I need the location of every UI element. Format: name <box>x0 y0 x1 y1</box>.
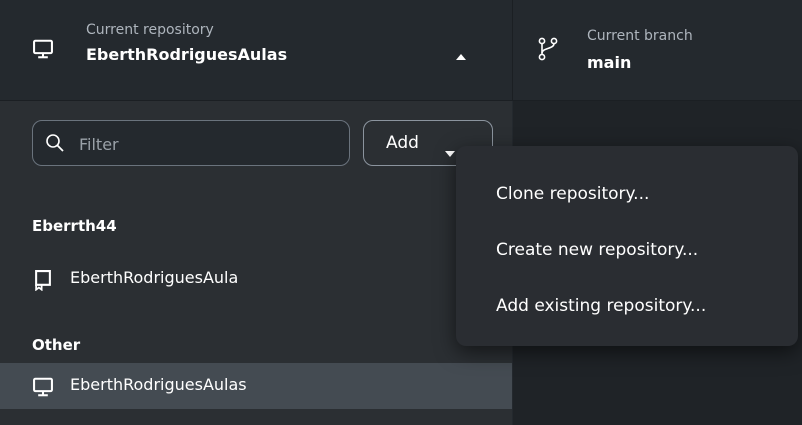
group-heading: Eberrth44 <box>32 217 117 235</box>
git-branch-icon <box>537 36 559 66</box>
repository-name: EberthRodriguesAulas <box>70 375 247 394</box>
current-branch-toggle[interactable]: Current branch main <box>512 0 802 101</box>
repository-name: EberthRodriguesAula <box>70 268 239 287</box>
caret-up-icon <box>455 46 467 65</box>
list-item-selected[interactable]: EberthRodriguesAulas <box>0 363 512 409</box>
add-dropdown-menu: Clone repository... Create new repositor… <box>456 146 798 346</box>
search-icon <box>45 133 65 157</box>
current-branch-caption: Current branch <box>587 28 693 44</box>
caret-down-icon <box>444 143 456 162</box>
menu-item-clone-repository[interactable]: Clone repository... <box>496 184 649 204</box>
group-heading: Other <box>32 336 81 354</box>
current-repository-caption: Current repository <box>86 22 214 38</box>
menu-item-create-new-repository[interactable]: Create new repository... <box>496 240 698 260</box>
add-button-label: Add <box>386 133 419 153</box>
repository-sidebar: Current repository EberthRodriguesAulas … <box>0 0 512 425</box>
current-repository-name: EberthRodriguesAulas <box>86 45 288 64</box>
menu-item-add-existing-repository[interactable]: Add existing repository... <box>496 296 706 316</box>
current-repository-toggle[interactable]: Current repository EberthRodriguesAulas <box>0 0 512 101</box>
computer-icon <box>32 376 54 402</box>
current-branch-name: main <box>587 53 632 72</box>
filter-field[interactable] <box>32 120 350 166</box>
computer-icon <box>32 38 54 64</box>
filter-input[interactable] <box>77 131 341 157</box>
repo-icon <box>32 269 54 295</box>
list-item[interactable]: EberthRodriguesAula <box>0 256 512 302</box>
